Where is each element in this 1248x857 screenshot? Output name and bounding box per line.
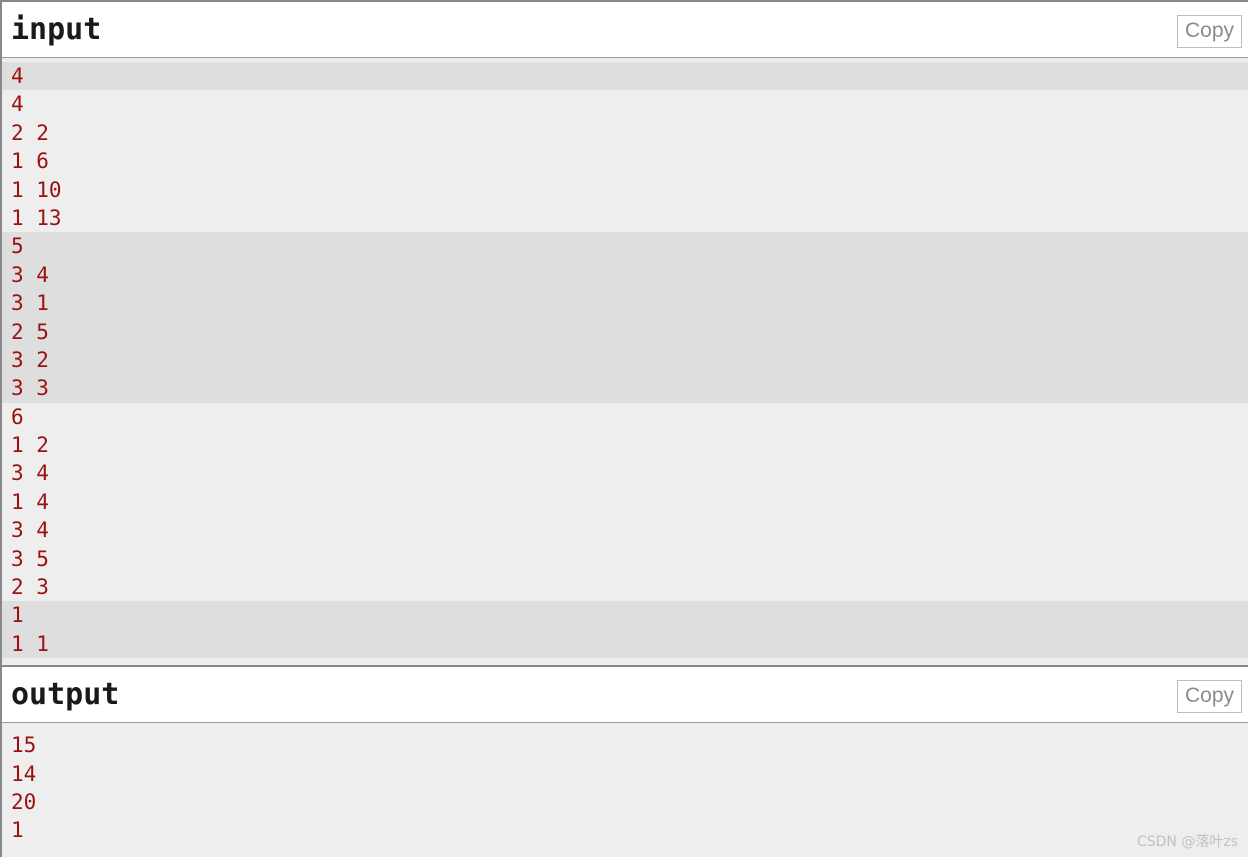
data-line: 3 4 — [11, 461, 49, 486]
input-data-area[interactable]: 4 4 2 2 1 6 1 10 1 13 5 3 4 3 1 2 5 3 2 3 3 6 1 2 3 4 1… — [2, 58, 1248, 666]
output-section: output Copy 15 14 20 1 — [0, 665, 1248, 857]
data-line: 14 — [11, 761, 37, 786]
input-title-bar: input Copy — [2, 0, 1248, 58]
data-line: 3 3 — [11, 376, 49, 401]
input-title: input — [11, 11, 102, 47]
output-title-bar: output Copy — [2, 665, 1248, 724]
data-band: 11 1 — [2, 601, 1248, 659]
data-line: 3 4 — [11, 262, 49, 287]
data-line: 20 — [11, 789, 37, 814]
copy-input-button[interactable]: Copy — [1176, 15, 1242, 48]
data-band: 4 — [2, 62, 1248, 91]
data-line: 4 — [11, 92, 24, 117]
output-data-area[interactable]: 15 14 20 1 — [2, 723, 1248, 857]
sample-tests-container: input Copy 4 4 2 2 1 6 1 10 1 13 5 3 4 3 1 2 5 3 2… — [0, 0, 1248, 857]
data-line: 2 3 — [11, 575, 49, 600]
data-line: 3 5 — [11, 546, 49, 571]
data-line: 3 4 — [11, 518, 49, 543]
data-line: 1 1 — [11, 631, 49, 656]
input-section: input Copy 4 4 2 2 1 6 1 10 1 13 5 3 4 3 1 2 5 3 2… — [0, 0, 1248, 666]
data-line: 1 — [11, 603, 24, 628]
data-line: 2 5 — [11, 319, 49, 344]
data-band: 5 3 4 3 1 2 5 3 2 3 3 — [2, 232, 1248, 403]
data-line: 3 2 — [11, 347, 49, 372]
data-line: 1 4 — [11, 489, 49, 514]
data-line: 1 2 — [11, 433, 49, 458]
data-line: 1 — [11, 818, 24, 843]
data-line: 1 6 — [11, 149, 49, 174]
output-title: output — [11, 676, 120, 712]
copy-output-button[interactable]: Copy — [1176, 680, 1242, 714]
data-line: 3 1 — [11, 291, 49, 316]
data-band: 15 14 20 1 — [2, 731, 1248, 845]
data-line: 5 — [11, 234, 24, 259]
data-line: 6 — [11, 404, 24, 429]
watermark: CSDN @落叶zs — [1136, 833, 1238, 850]
data-line: 15 — [11, 733, 37, 758]
data-line: 1 10 — [11, 177, 62, 202]
data-line: 2 2 — [11, 120, 49, 145]
data-band: 4 2 2 1 6 1 10 1 13 — [2, 90, 1248, 233]
data-band: 6 1 2 3 4 1 4 3 4 3 5 2 3 — [2, 402, 1248, 602]
data-line: 4 — [11, 64, 24, 88]
data-line: 1 13 — [11, 205, 62, 230]
